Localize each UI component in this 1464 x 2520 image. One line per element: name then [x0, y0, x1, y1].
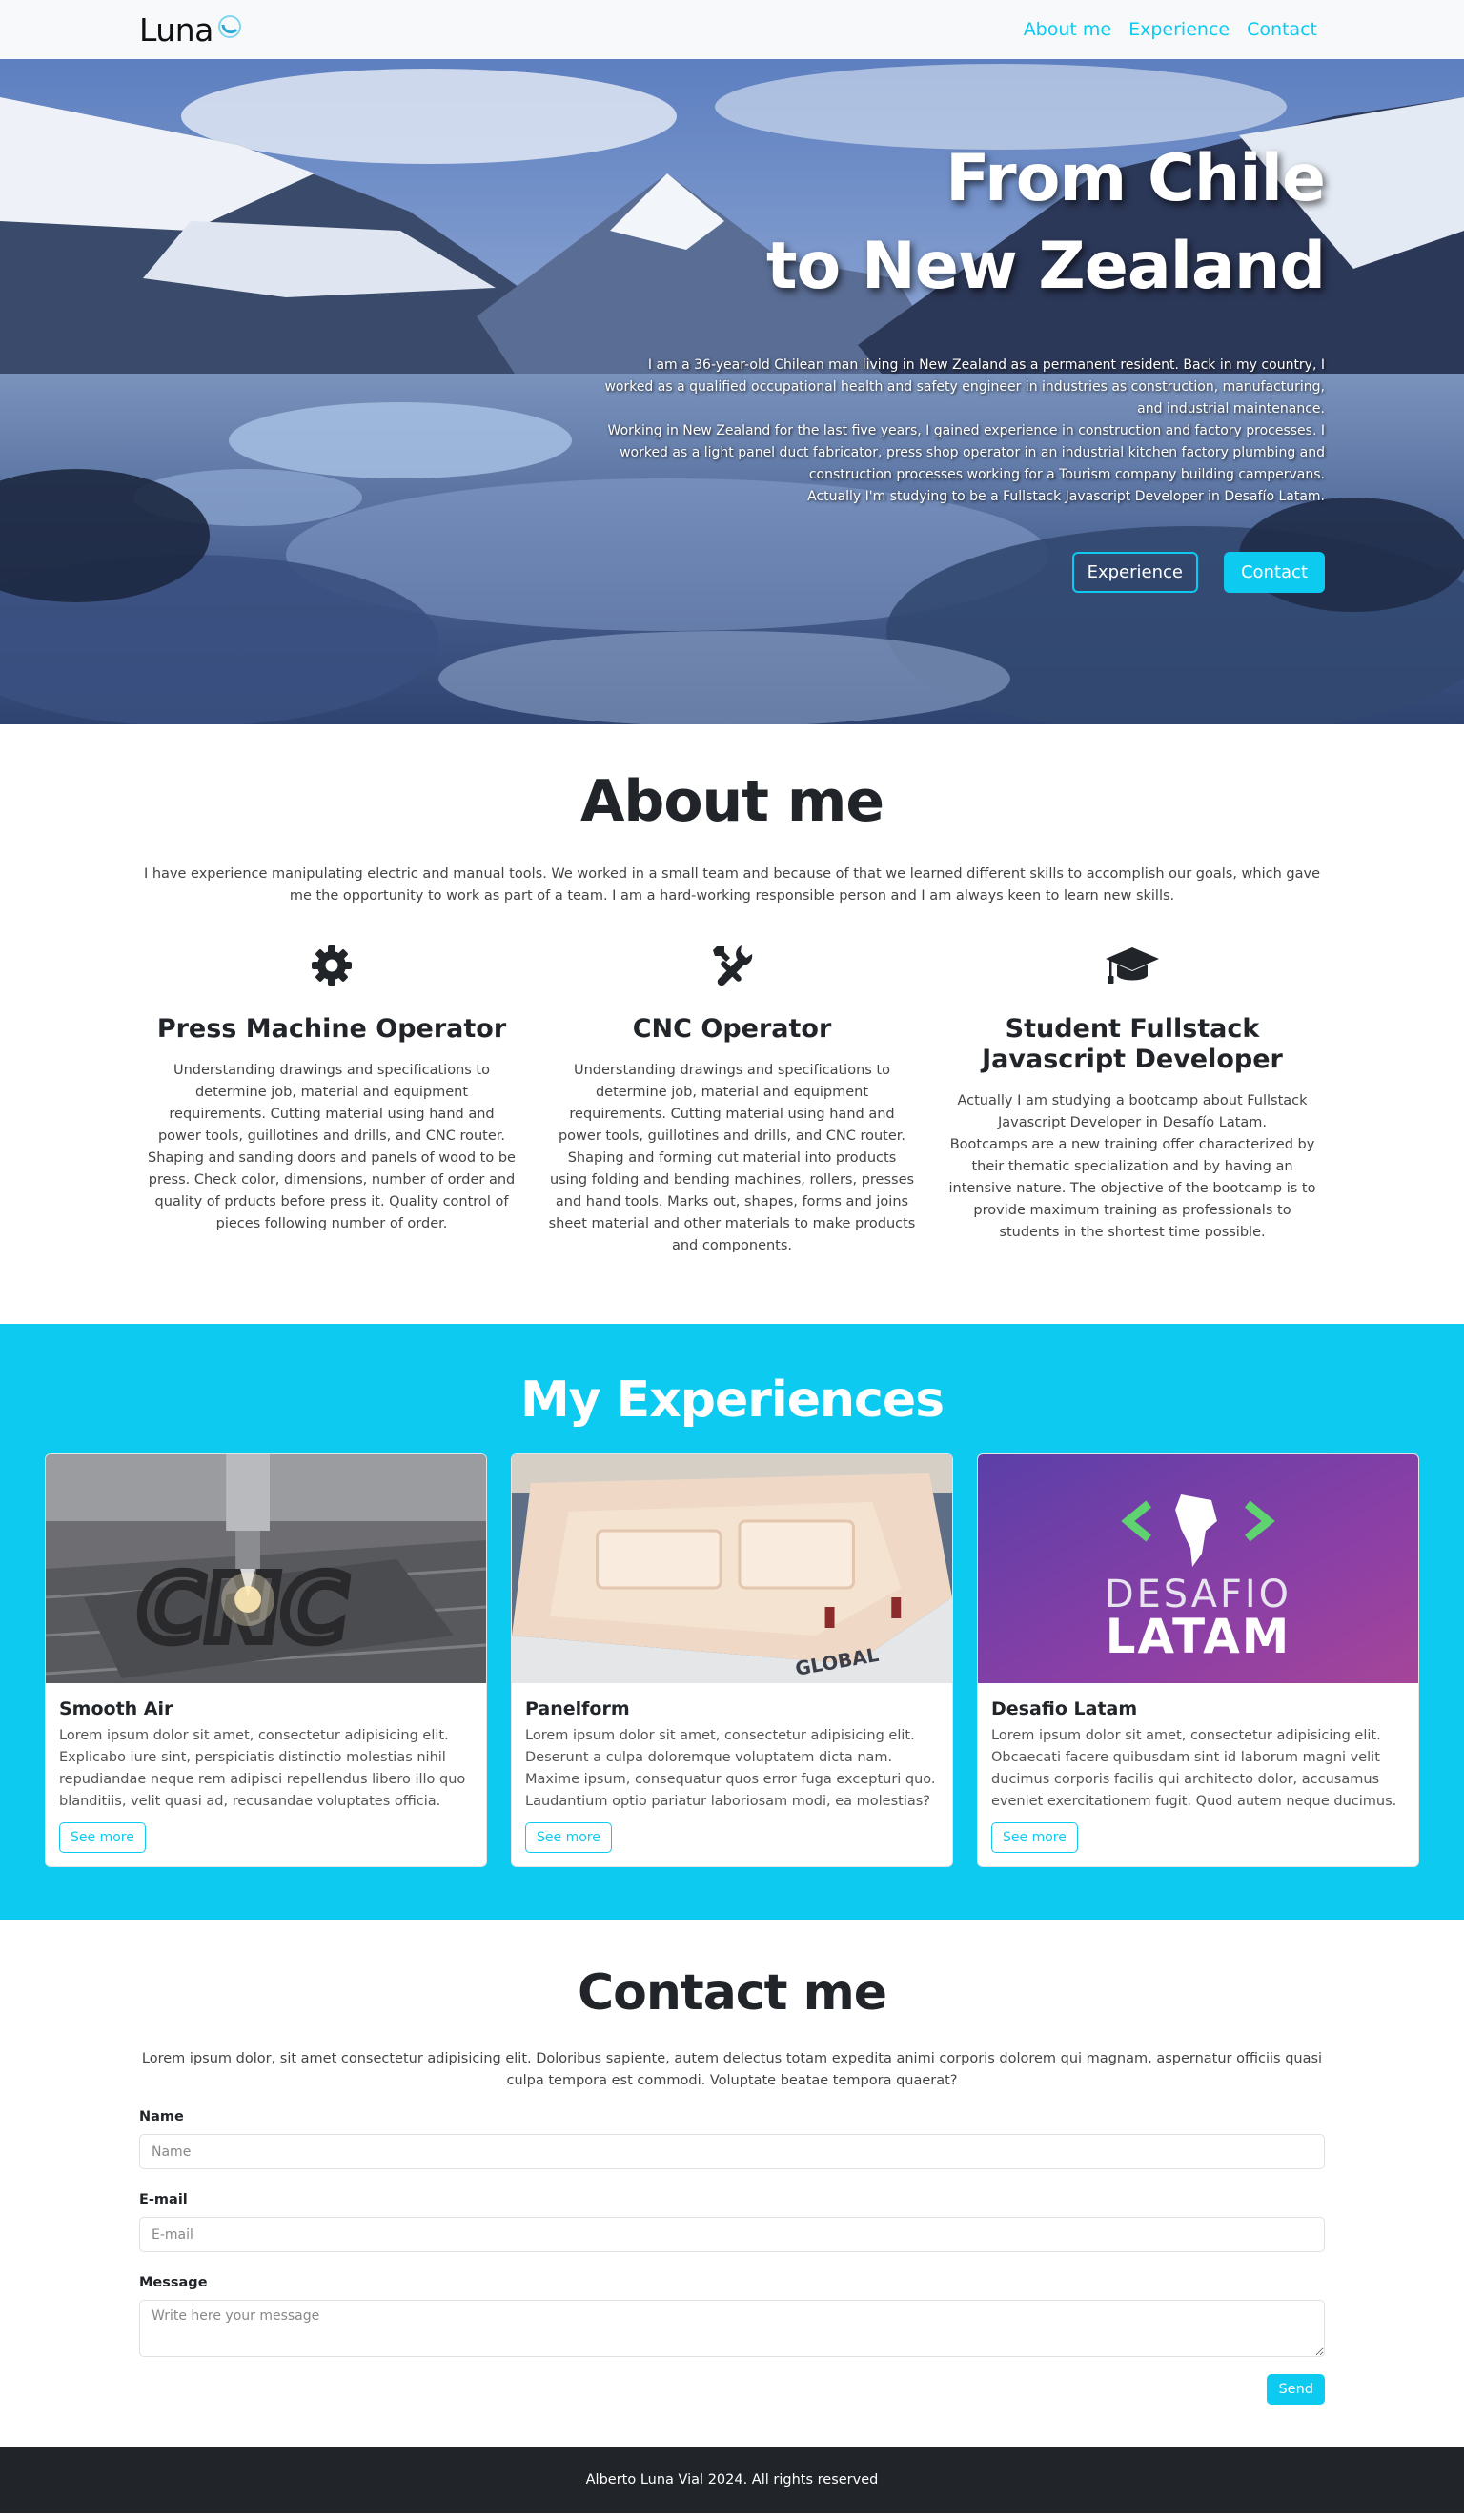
- cnc-machine-image: CNC: [46, 1454, 486, 1683]
- brand-text: Luna: [139, 10, 214, 49]
- hero-paragraph: Actually I'm studying to be a Fullstack …: [807, 489, 1325, 504]
- card-text: Lorem ipsum dolor sit amet, consectetur …: [525, 1728, 936, 1809]
- see-more-button[interactable]: See more: [59, 1822, 146, 1853]
- contact-button[interactable]: Contact: [1223, 552, 1325, 593]
- hero-buttons: Experience Contact: [600, 552, 1325, 593]
- footer-copyright: Alberto Luna Vial 2024. All rights reser…: [585, 2472, 879, 2488]
- contact-title: Contact me: [577, 1964, 887, 2022]
- nav-link-experience[interactable]: Experience: [1128, 19, 1230, 40]
- navbar: Luna About me Experience Contact: [0, 0, 1464, 59]
- contact-intro: Lorem ipsum dolor, sit amet consectetur …: [141, 2051, 1323, 2088]
- card-title: Smooth Air: [59, 1698, 173, 1719]
- nav-link-about[interactable]: About me: [1024, 19, 1111, 40]
- gear-icon: [147, 942, 517, 989]
- desafio-latam-logo-image: DESAFIO LATAM: [978, 1454, 1418, 1683]
- skill-text: Actually I am studying a bootcamp about …: [947, 1090, 1317, 1244]
- hero-title-line-1: From Chile: [946, 141, 1326, 216]
- about-section: About me I have experience manipulating …: [0, 724, 1464, 1324]
- send-button[interactable]: Send: [1267, 2374, 1325, 2405]
- skill-paragraph: Understanding drawings and specification…: [148, 1063, 516, 1231]
- card-body: Smooth Air Lorem ipsum dolor sit amet, c…: [46, 1683, 486, 1866]
- experience-card-desafio-latam: DESAFIO LATAM Desafio Latam Lorem ipsum …: [977, 1453, 1419, 1867]
- card-body: Panelform Lorem ipsum dolor sit amet, co…: [512, 1683, 952, 1866]
- message-field-group: Message: [139, 2275, 1325, 2361]
- skill-press-machine: Press Machine Operator Understanding dra…: [139, 942, 524, 1257]
- skills-row: Press Machine Operator Understanding dra…: [139, 942, 1325, 1257]
- card-text: Lorem ipsum dolor sit amet, consectetur …: [59, 1728, 466, 1809]
- skill-title: Student Fullstack Javascript Developer: [982, 1014, 1283, 1074]
- see-more-button[interactable]: See more: [525, 1822, 612, 1853]
- experiences-section: My Experiences CNC: [0, 1324, 1464, 1920]
- latam-logo-word: LATAM: [1106, 1609, 1291, 1664]
- message-label: Message: [139, 2275, 208, 2290]
- skill-cnc-operator: CNC Operator Understanding drawings and …: [539, 942, 925, 1257]
- about-title: About me: [580, 768, 884, 835]
- card-title: Panelform: [525, 1698, 630, 1719]
- hero-content: From Chile to New Zealand I am a 36-year…: [600, 135, 1326, 593]
- email-field-group: E-mail: [139, 2192, 1325, 2252]
- graduation-cap-icon: [947, 942, 1317, 989]
- email-label: E-mail: [139, 2192, 188, 2207]
- tools-icon: [547, 942, 917, 989]
- skill-text: Understanding drawings and specification…: [147, 1060, 517, 1235]
- hero-description: I am a 36-year-old Chilean man living in…: [600, 355, 1325, 508]
- skill-paragraph: Actually I am studying a bootcamp about …: [957, 1093, 1308, 1130]
- name-field-group: Name: [139, 2109, 1325, 2169]
- footer: Alberto Luna Vial 2024. All rights reser…: [0, 2447, 1464, 2513]
- hero-paragraph: I am a 36-year-old Chilean man living in…: [604, 357, 1325, 417]
- experience-card-panelform: GLOBAL Panelform Lorem ipsum dolor sit a…: [511, 1453, 953, 1867]
- skill-title: Press Machine Operator: [156, 1014, 507, 1044]
- hero-title-line-2: to New Zealand: [765, 229, 1326, 304]
- see-more-button[interactable]: See more: [991, 1822, 1078, 1853]
- email-input[interactable]: [139, 2217, 1325, 2252]
- nav-link-contact[interactable]: Contact: [1247, 19, 1317, 40]
- experience-button[interactable]: Experience: [1071, 552, 1198, 593]
- brand-link[interactable]: Luna: [139, 11, 242, 49]
- panel-press-image: GLOBAL: [512, 1454, 952, 1683]
- moon-logo-icon: [217, 15, 241, 38]
- card-body: Desafio Latam Lorem ipsum dolor sit amet…: [978, 1683, 1418, 1866]
- nav-links: About me Experience Contact: [1024, 19, 1317, 40]
- hero-section: From Chile to New Zealand I am a 36-year…: [0, 59, 1464, 724]
- experience-cards: CNC Smooth Air Lorem ipsum dolor sit ame…: [45, 1453, 1419, 1867]
- skill-paragraph: Understanding drawings and specification…: [548, 1063, 916, 1253]
- card-text: Lorem ipsum dolor sit amet, consectetur …: [991, 1728, 1397, 1809]
- message-textarea[interactable]: [139, 2300, 1325, 2357]
- experience-card-smooth-air: CNC Smooth Air Lorem ipsum dolor sit ame…: [45, 1453, 487, 1867]
- hero-title: From Chile to New Zealand: [600, 135, 1326, 311]
- card-title: Desafio Latam: [991, 1698, 1138, 1719]
- name-input[interactable]: [139, 2134, 1325, 2169]
- send-row: Send: [139, 2374, 1325, 2405]
- contact-section: Contact me Lorem ipsum dolor, sit amet c…: [0, 1920, 1464, 2447]
- experiences-title: My Experiences: [519, 1372, 945, 1429]
- about-intro: I have experience manipulating electric …: [143, 866, 1320, 904]
- skill-text: Understanding drawings and specification…: [547, 1060, 917, 1257]
- name-label: Name: [139, 2109, 184, 2124]
- contact-form: Name E-mail Message Send: [139, 2109, 1325, 2405]
- skill-paragraph: Bootcamps are a new training offer chara…: [948, 1137, 1316, 1240]
- hero-paragraph: Working in New Zealand for the last five…: [607, 423, 1325, 482]
- skill-student-developer: Student Fullstack Javascript Developer A…: [940, 942, 1325, 1257]
- skill-title: CNC Operator: [632, 1014, 832, 1044]
